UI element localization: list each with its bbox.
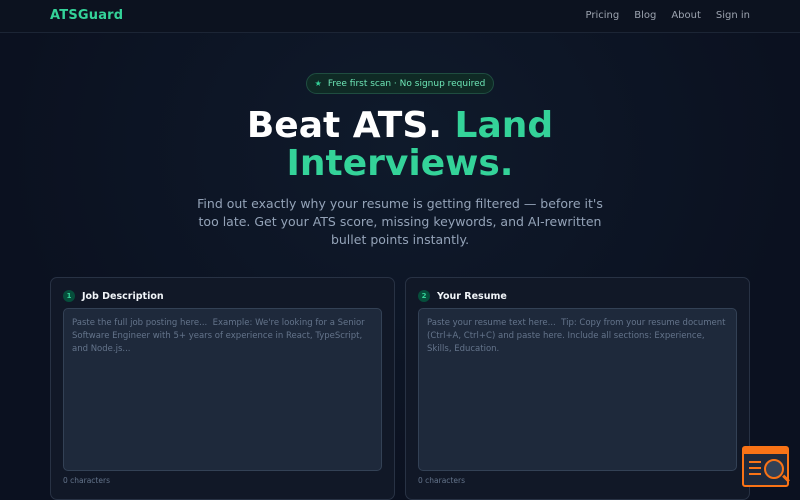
nav-link-blog[interactable]: Blog (634, 10, 656, 21)
resume-title: Your Resume (437, 290, 507, 302)
hero-title-accent-2: Interviews. (286, 143, 514, 184)
badge-text: Free first scan · No signup required (327, 78, 486, 89)
top-nav: ATSGuard Pricing Blog About Sign in (0, 0, 800, 33)
resume-char-count: 0 characters (418, 476, 465, 485)
hero-title-plain: Beat ATS. (246, 105, 442, 146)
floating-help-widget[interactable] (742, 446, 790, 487)
widget-lines-icon (749, 461, 761, 479)
job-description-input[interactable] (63, 308, 382, 471)
resume-header: 2 Your Resume (418, 290, 507, 302)
hero-title: Beat ATS. Land Interviews. (0, 107, 800, 183)
page: ATSGuard Pricing Blog About Sign in ★ Fr… (0, 0, 800, 500)
magnifier-handle-icon (782, 474, 790, 483)
hero-title-accent-1: Land (454, 105, 554, 146)
job-description-char-count: 0 characters (63, 476, 110, 485)
nav-link-about[interactable]: About (671, 10, 701, 21)
job-description-header: 1 Job Description (63, 290, 164, 302)
step-number-badge: 2 (418, 290, 430, 302)
nav-link-sign-in[interactable]: Sign in (716, 10, 750, 21)
free-scan-badge: ★ Free first scan · No signup required (306, 73, 494, 94)
job-description-title: Job Description (82, 290, 164, 302)
resume-card: 2 Your Resume 0 characters (405, 277, 750, 500)
brand-logo[interactable]: ATSGuard (50, 8, 123, 23)
widget-titlebar (744, 448, 787, 454)
nav-link-pricing[interactable]: Pricing (585, 10, 619, 21)
resume-input[interactable] (418, 308, 737, 471)
nav-links: Pricing Blog About Sign in (585, 10, 750, 21)
hero-subtitle: Find out exactly why your resume is gett… (197, 196, 603, 247)
job-description-card: 1 Job Description 0 characters (50, 277, 395, 500)
star-icon: ★ (314, 79, 322, 88)
step-number-badge: 1 (63, 290, 75, 302)
